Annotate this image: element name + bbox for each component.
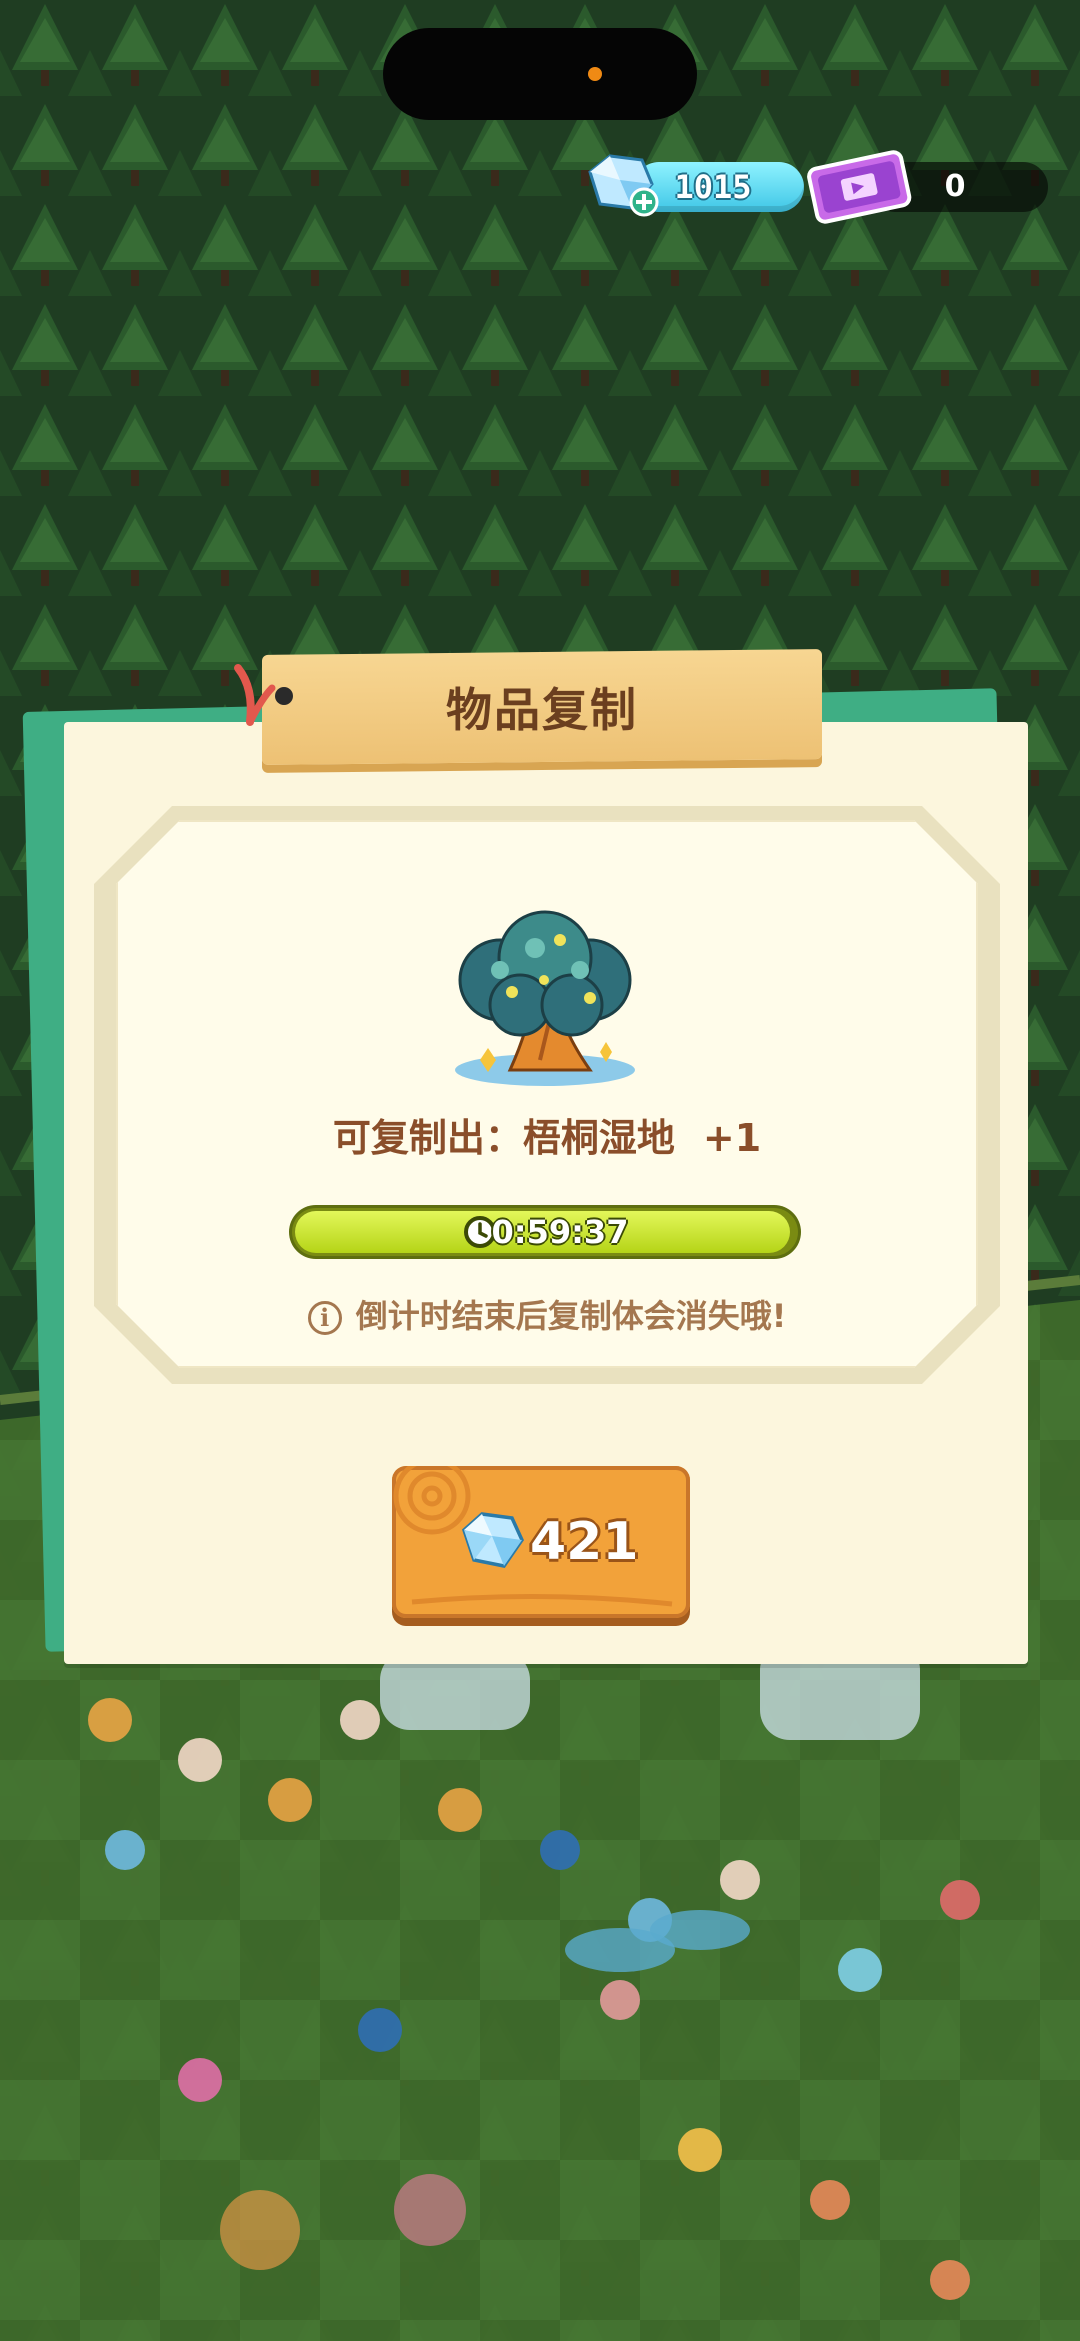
countdown-timer-value: 0:59:37 — [491, 1213, 629, 1251]
parasol-tree-icon — [455, 910, 635, 1086]
copy-result-prefix: 可复制出： — [332, 1116, 523, 1160]
countdown-timer: 0:59:37 — [292, 1208, 798, 1256]
camera-notch — [383, 28, 697, 120]
item-frame — [116, 820, 978, 1368]
gem-add-icon[interactable] — [580, 150, 660, 220]
gem-balance-value: 1015 — [674, 168, 752, 206]
info-icon: i — [307, 1301, 342, 1335]
ticket-balance-value: 0 — [944, 169, 966, 204]
copy-result-line: 可复制出：梧桐湿地 +1 — [116, 1108, 978, 1168]
gem-icon — [461, 1512, 525, 1568]
expiry-notice-text: 倒计时结束后复制体会消失哦! — [355, 1297, 787, 1335]
copy-item-name: 梧桐湿地 — [522, 1116, 675, 1160]
buy-price: 421 — [530, 1512, 639, 1572]
dialog-title: 物品复制 — [446, 683, 638, 737]
ticket-icon — [807, 150, 912, 224]
expiry-notice: i 倒计时结束后复制体会消失哦! — [116, 1290, 978, 1342]
camera-indicator-dot — [588, 67, 602, 81]
copy-amount: +1 — [702, 1116, 762, 1160]
